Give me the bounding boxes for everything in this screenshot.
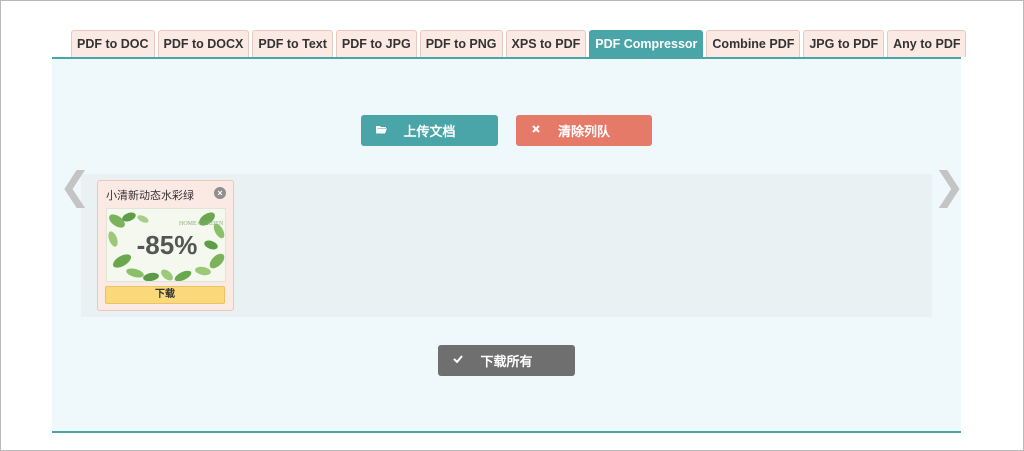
download-all-button[interactable]: 下载所有 <box>438 345 575 376</box>
tab-pdf-compressor[interactable]: PDF Compressor <box>589 30 704 57</box>
tab-pdf-to-doc[interactable]: PDF to DOC <box>71 30 155 57</box>
tool-tabs: PDF to DOC PDF to DOCX PDF to Text PDF t… <box>71 30 967 57</box>
chevron-right-icon[interactable]: ❯ <box>933 167 965 207</box>
file-thumbnail: HOME GARDEN -85% <box>106 208 226 282</box>
tab-pdf-to-text[interactable]: PDF to Text <box>252 30 333 57</box>
tab-pdf-to-jpg[interactable]: PDF to JPG <box>335 30 417 57</box>
clear-queue-button-label: 清除列队 <box>557 124 610 139</box>
file-name: 小清新动态水彩绿 <box>106 190 194 202</box>
svg-text:HOME GARDEN: HOME GARDEN <box>179 221 224 227</box>
folder-open-icon <box>361 125 401 137</box>
file-card: 小清新动态水彩绿 × HOME GARDEN -85% 下载 <box>97 180 234 311</box>
upload-button[interactable]: 上传文档 <box>361 115 498 146</box>
file-download-button[interactable]: 下载 <box>105 286 225 304</box>
tab-pdf-to-png[interactable]: PDF to PNG <box>419 30 503 57</box>
download-all-button-label: 下载所有 <box>480 354 533 369</box>
close-icon[interactable]: × <box>214 187 226 199</box>
tab-any-to-pdf[interactable]: Any to PDF <box>887 30 967 57</box>
tab-combine-pdf[interactable]: Combine PDF <box>706 30 801 57</box>
chevron-left-icon[interactable]: ❮ <box>59 167 91 207</box>
file-queue: 小清新动态水彩绿 × HOME GARDEN -85% 下载 <box>81 174 932 317</box>
x-icon <box>516 125 556 136</box>
upload-button-label: 上传文档 <box>403 124 456 139</box>
compression-percentage: -85% <box>136 230 198 260</box>
clear-queue-button[interactable]: 清除列队 <box>516 115 652 146</box>
tab-jpg-to-pdf[interactable]: JPG to PDF <box>803 30 885 57</box>
check-icon <box>438 355 478 366</box>
tab-pdf-to-docx[interactable]: PDF to DOCX <box>157 30 250 57</box>
app-frame: PDF to DOC PDF to DOCX PDF to Text PDF t… <box>0 0 1024 451</box>
compressor-panel: 上传文档 清除列队 小清新动态水彩绿 × HOME GARDEN -85% 下载… <box>52 57 961 433</box>
tab-xps-to-pdf[interactable]: XPS to PDF <box>505 30 587 57</box>
